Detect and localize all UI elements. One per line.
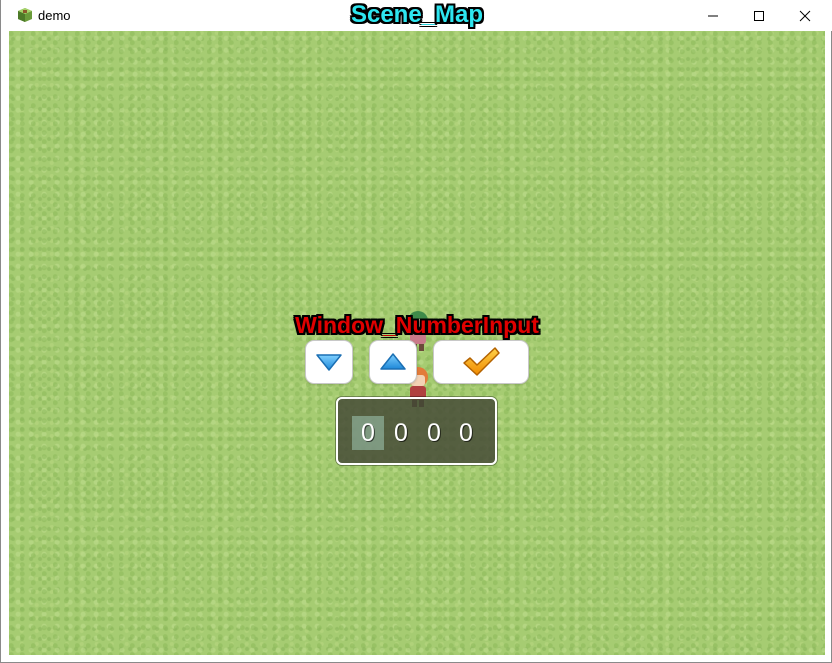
digit-3[interactable]: 0 — [418, 416, 450, 450]
number-input-window: 0 0 0 0 — [336, 397, 497, 465]
app-window: demo Scene_Map Window_NumberInput 0 0 0 … — [0, 0, 832, 663]
digit-4[interactable]: 0 — [450, 416, 482, 450]
checkmark-icon — [463, 347, 500, 376]
scene-label: Scene_Map — [350, 1, 484, 28]
game-map[interactable] — [9, 31, 825, 655]
window-number-input-label: Window_NumberInput — [295, 312, 539, 338]
down-button[interactable] — [305, 340, 353, 384]
triangle-down-icon — [316, 354, 342, 371]
triangle-up-icon — [380, 353, 406, 370]
digit-1[interactable]: 0 — [352, 416, 384, 450]
ok-button[interactable] — [433, 340, 529, 384]
up-button[interactable] — [369, 340, 417, 384]
digit-2[interactable]: 0 — [385, 416, 417, 450]
